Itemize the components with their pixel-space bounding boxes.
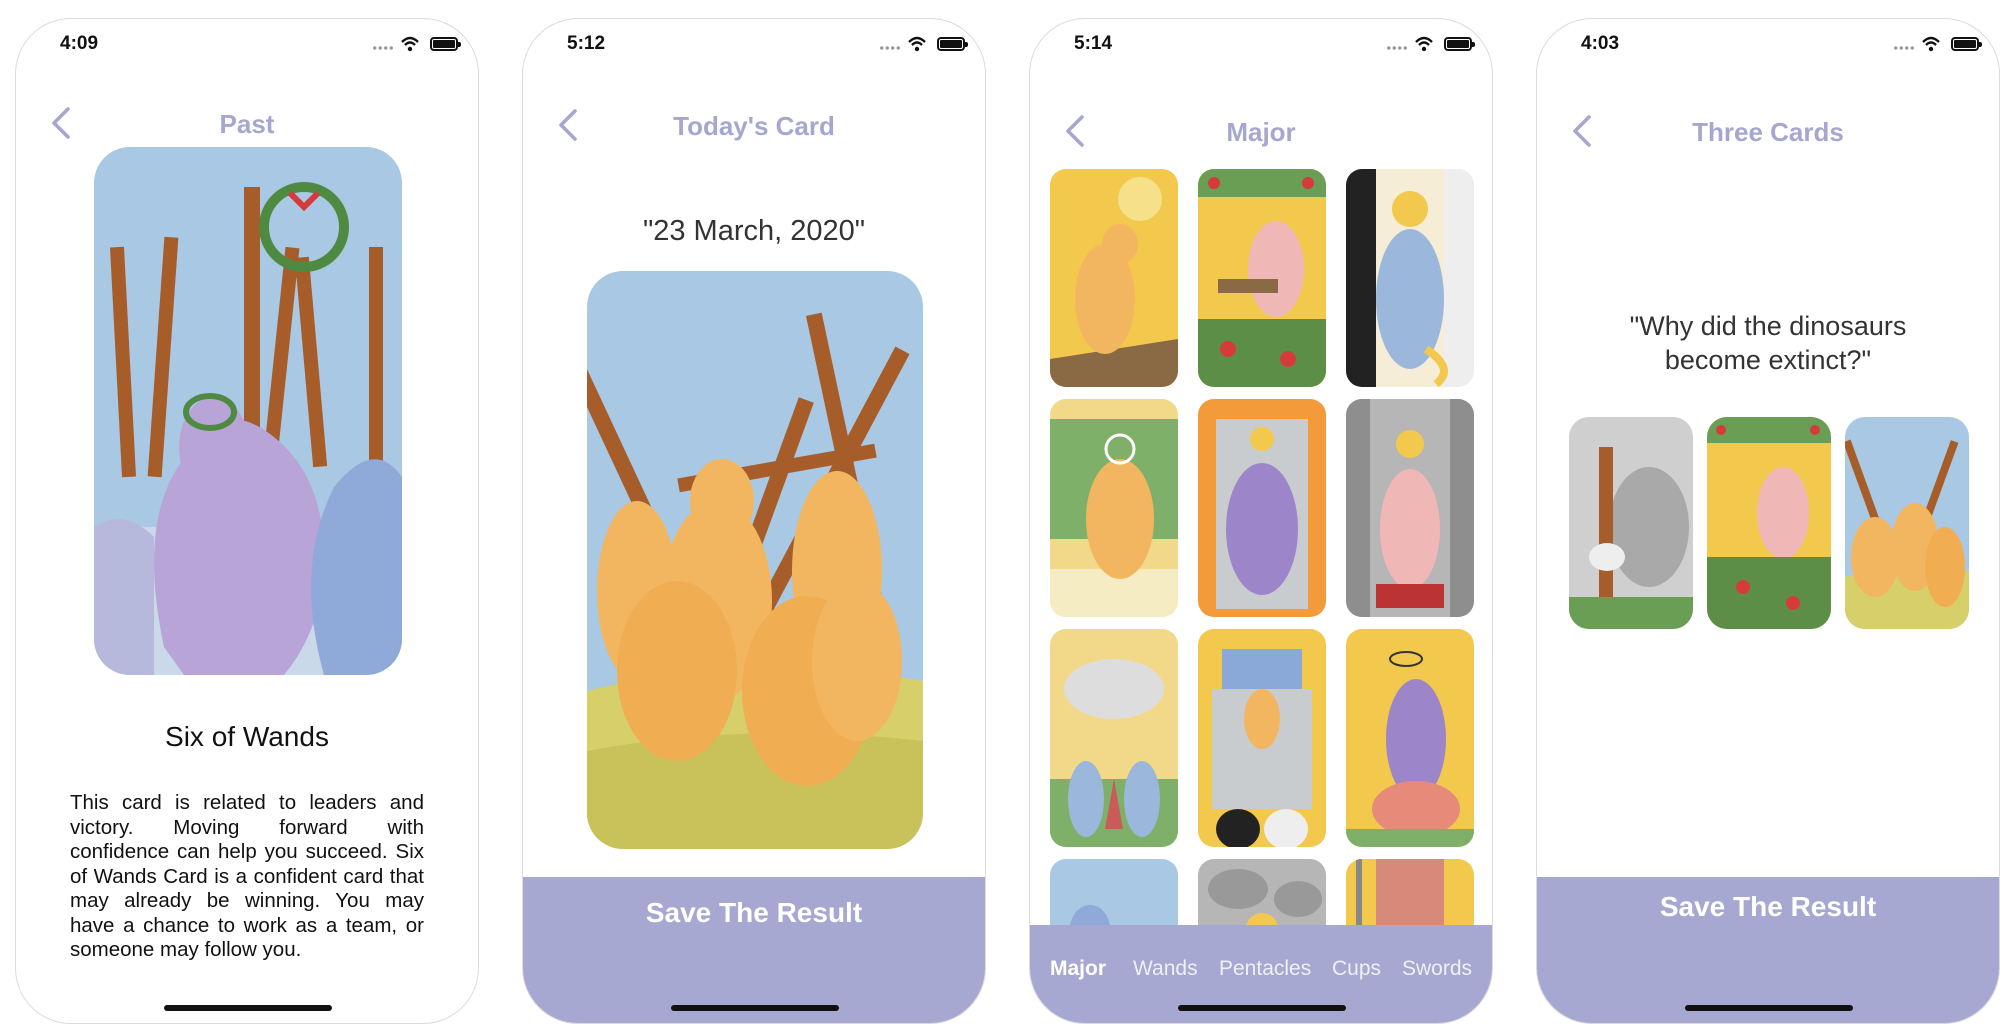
save-result-button[interactable]: Save The Result — [1537, 891, 1999, 923]
tab-wands[interactable]: Wands — [1133, 957, 1198, 981]
battery-icon — [1951, 37, 1982, 51]
card-thumb-the-hierophant[interactable] — [1346, 399, 1474, 617]
phone-screen-three-cards: 4:03 Three Cards "Why did the dinosaurs … — [1536, 18, 2000, 1024]
card-thumb-wheel-of-fortune[interactable] — [1198, 859, 1326, 925]
card-image-todays-card — [587, 271, 923, 849]
card-thumb-the-emperor[interactable] — [1198, 399, 1326, 617]
card-image-past[interactable] — [1569, 417, 1693, 629]
status-bar: 4:03 — [1537, 33, 1999, 63]
signal-icon — [372, 45, 394, 51]
phone-screen-past: 4:09 Past Six of Wands This card is rela… — [15, 18, 479, 1024]
wifi-icon — [1922, 36, 1940, 52]
save-panel: Save The Result — [1537, 877, 1999, 1023]
card-image-six-of-wands — [94, 147, 402, 675]
card-image-future[interactable] — [1845, 417, 1969, 629]
status-bar: 4:09 — [16, 33, 478, 63]
card-thumb-high-priestess[interactable] — [1346, 169, 1474, 387]
reading-date: "23 March, 2020" — [642, 215, 866, 247]
status-time: 5:12 — [567, 33, 606, 54]
card-description: This card is related to leaders and vict… — [70, 791, 424, 961]
card-thumb-justice[interactable] — [1346, 859, 1474, 925]
card-thumb-the-fool[interactable] — [1050, 169, 1178, 387]
reading-question: "Why did the dinosaurs become extinct?" — [1629, 311, 1907, 375]
home-indicator — [1178, 1005, 1346, 1011]
status-bar: 5:12 — [523, 33, 985, 63]
phone-screen-major: 5:14 Major Major Wands Pentacles Cups Sw… — [1029, 18, 1493, 1024]
status-time: 4:09 — [60, 33, 99, 54]
battery-icon — [1444, 37, 1475, 51]
phone-screen-todays-card: 5:12 Today's Card "23 March, 2020" Save … — [522, 18, 986, 1024]
home-indicator — [1685, 1005, 1853, 1011]
wifi-icon — [401, 36, 419, 52]
tab-major[interactable]: Major — [1050, 957, 1106, 981]
signal-icon — [879, 45, 901, 51]
status-time: 5:14 — [1074, 33, 1113, 54]
home-indicator — [164, 1005, 332, 1011]
battery-icon — [430, 37, 461, 51]
save-panel: Save The Result — [523, 877, 985, 1023]
save-result-button[interactable]: Save The Result — [523, 897, 985, 929]
card-thumb-the-chariot[interactable] — [1198, 629, 1326, 847]
page-title: Three Cards — [1692, 117, 1844, 147]
tab-pentacles[interactable]: Pentacles — [1219, 957, 1311, 981]
tab-swords[interactable]: Swords — [1402, 957, 1472, 981]
card-thumb-strength[interactable] — [1346, 629, 1474, 847]
card-image-present[interactable] — [1707, 417, 1831, 629]
card-thumb-the-lovers[interactable] — [1050, 629, 1178, 847]
card-grid — [1050, 169, 1474, 925]
home-indicator — [671, 1005, 839, 1011]
battery-icon — [937, 37, 968, 51]
card-thumb-the-hermit[interactable] — [1050, 859, 1178, 925]
wifi-icon — [1415, 36, 1433, 52]
page-title: Today's Card — [673, 111, 835, 141]
signal-icon — [1893, 45, 1915, 51]
page-title: Major — [1226, 117, 1296, 147]
tab-cups[interactable]: Cups — [1332, 957, 1381, 981]
card-name: Six of Wands — [165, 721, 329, 752]
card-thumb-the-empress[interactable] — [1050, 399, 1178, 617]
status-bar: 5:14 — [1030, 33, 1492, 63]
wifi-icon — [908, 36, 926, 52]
card-thumb-the-magician[interactable] — [1198, 169, 1326, 387]
status-time: 4:03 — [1581, 33, 1620, 54]
signal-icon — [1386, 45, 1408, 51]
page-title: Past — [219, 109, 275, 139]
